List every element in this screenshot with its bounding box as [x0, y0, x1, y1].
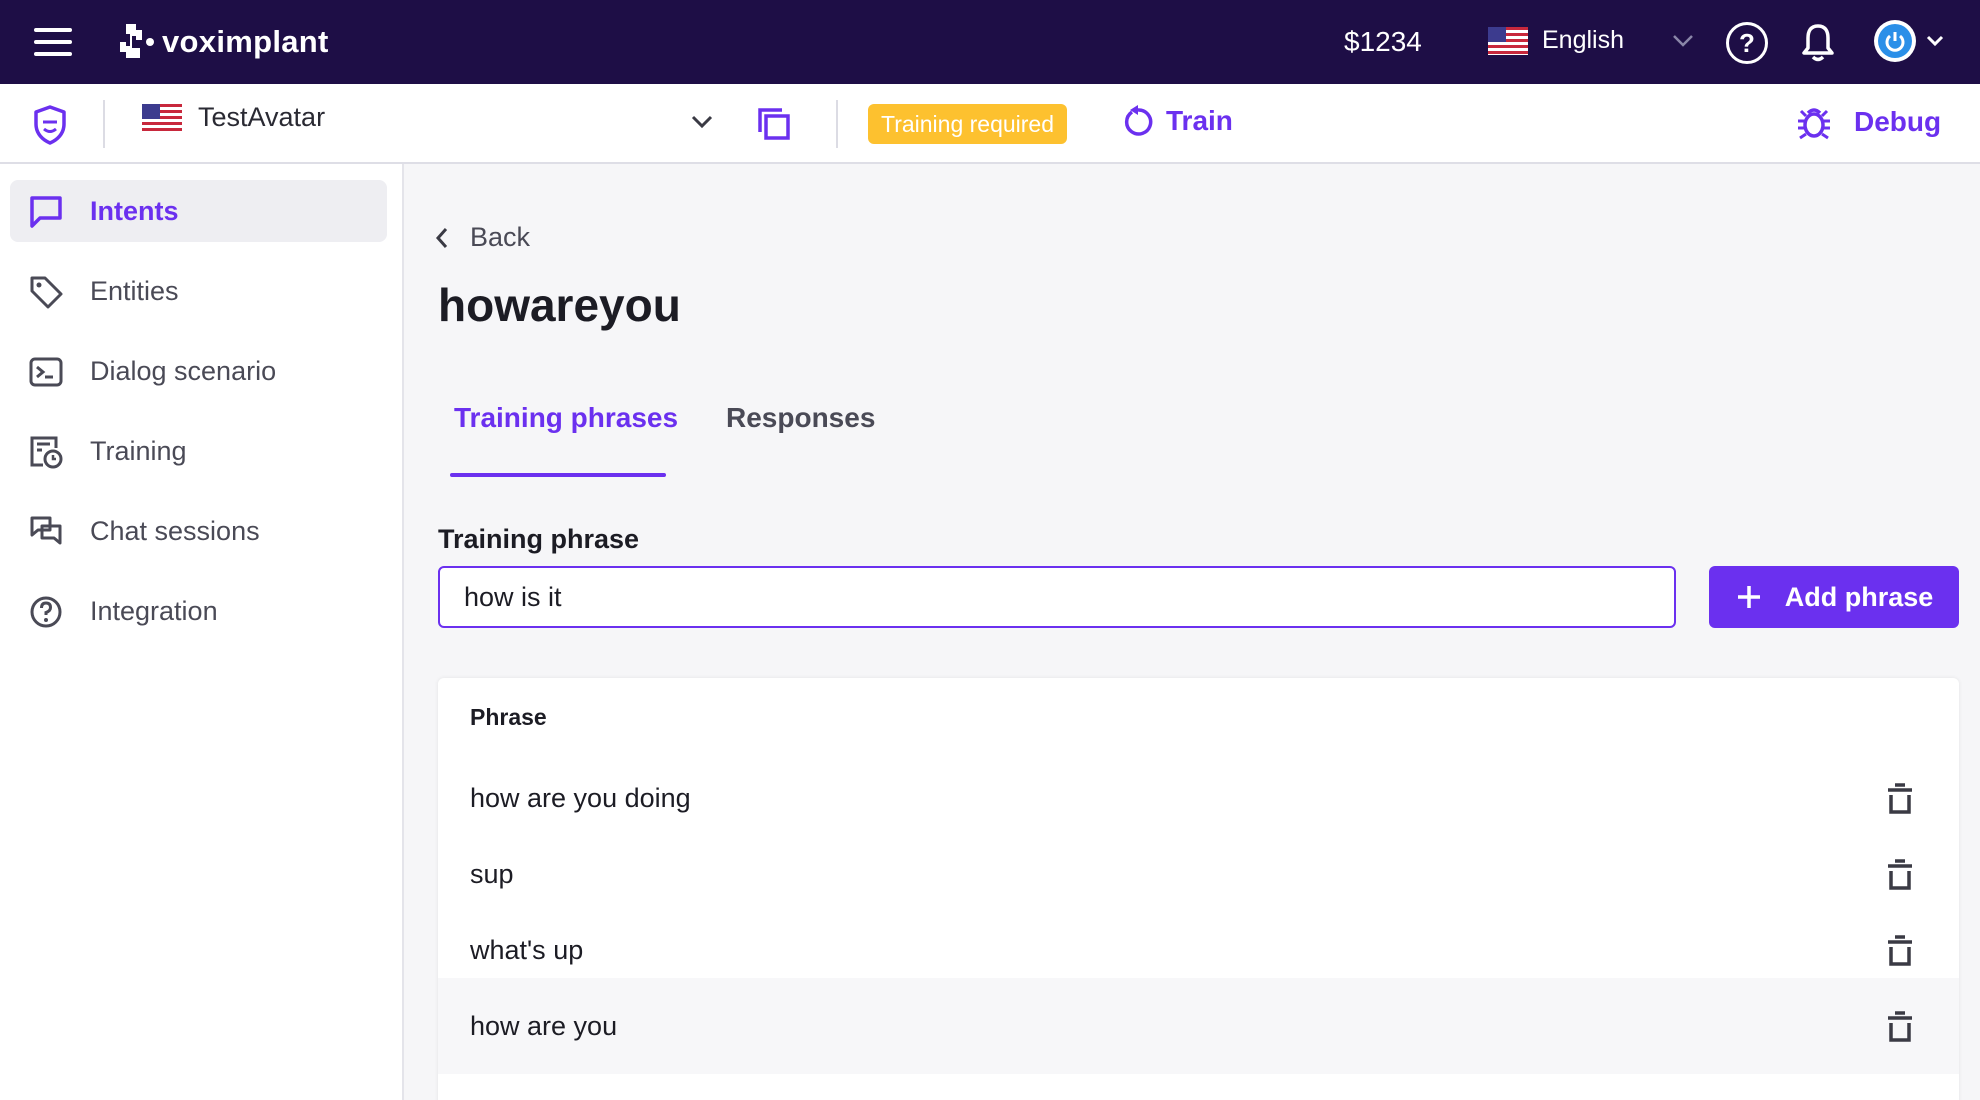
bell-icon[interactable]	[1800, 22, 1836, 62]
logo-text: voximplant	[162, 24, 329, 59]
avatar	[1874, 20, 1916, 62]
phrase-text: sup	[470, 858, 514, 889]
sidebar-item-label: Chat sessions	[90, 515, 260, 546]
user-menu[interactable]	[1874, 20, 1944, 62]
active-tab-indicator	[450, 473, 666, 477]
avatar-name: TestAvatar	[198, 102, 326, 132]
avatar-toolbar: TestAvatar Training required Train Debug	[0, 84, 1980, 164]
sidebar-item-label: Training	[90, 435, 187, 466]
back-label: Back	[470, 222, 531, 252]
trash-icon[interactable]	[1886, 857, 1914, 891]
tab-responses[interactable]: Responses	[726, 402, 875, 434]
chevron-left-icon	[435, 227, 448, 248]
terminal-icon	[29, 357, 63, 387]
debug-label: Debug	[1854, 106, 1942, 137]
chat-icon	[30, 196, 62, 228]
sidebar-item-label: Entities	[90, 275, 179, 306]
bug-icon	[1798, 108, 1830, 140]
divider	[836, 100, 838, 148]
add-phrase-button[interactable]: Add phrase	[1709, 566, 1959, 628]
page-title: howareyou	[438, 279, 681, 331]
chevron-down-icon	[1926, 35, 1944, 47]
status-badge: Training required	[868, 104, 1068, 144]
tab-training-phrases[interactable]: Training phrases	[454, 402, 678, 434]
help-icon[interactable]: ?	[1726, 22, 1768, 64]
account-balance[interactable]: $1234	[1344, 26, 1422, 58]
us-flag-icon	[1488, 26, 1528, 55]
sidebar-item-label: Intents	[90, 195, 179, 226]
table-row[interactable]: how are you	[438, 978, 1959, 1074]
sidebar-item-entities[interactable]: Entities	[10, 260, 387, 322]
chat-sessions-icon	[30, 516, 62, 545]
hamburger-menu-icon[interactable]	[34, 28, 72, 56]
training-icon	[30, 436, 63, 469]
refresh-icon	[1124, 105, 1153, 136]
add-phrase-label: Add phrase	[1784, 581, 1934, 612]
phrase-text: what's up	[470, 934, 584, 965]
trash-icon[interactable]	[1886, 781, 1914, 815]
sidebar-item-training[interactable]: Training	[10, 420, 387, 482]
training-phrase-input[interactable]	[438, 566, 1676, 628]
divider	[103, 100, 105, 148]
sidebar-item-label: Dialog scenario	[90, 355, 277, 386]
train-label: Train	[1166, 105, 1233, 136]
sidebar-item-dialog-scenario[interactable]: Dialog scenario	[10, 340, 387, 402]
train-button[interactable]: Train	[1122, 104, 1233, 138]
logo[interactable]: voximplant	[112, 20, 329, 64]
us-flag-icon	[142, 103, 182, 132]
training-phrase-label: Training phrase	[438, 524, 640, 554]
plus-icon	[1737, 586, 1760, 608]
trash-icon[interactable]	[1886, 1009, 1914, 1043]
sidebar-item-chat-sessions[interactable]: Chat sessions	[10, 500, 387, 562]
top-bar: voximplant $1234 English ?	[0, 0, 1980, 84]
chevron-down-icon[interactable]	[690, 114, 714, 130]
phrases-table: Phrase how are you doing sup what's up h…	[438, 678, 1959, 1100]
copy-icon[interactable]	[756, 106, 792, 142]
avatar-selector[interactable]: TestAvatar	[142, 102, 325, 133]
phrase-text: how are you	[470, 1010, 618, 1041]
sidebar-item-label: Integration	[90, 595, 218, 626]
phrase-text: how are you doing	[470, 782, 691, 813]
shield-icon[interactable]	[32, 104, 68, 146]
tag-icon	[30, 276, 63, 309]
voximplant-logo-icon	[120, 24, 154, 58]
sidebar: Intents Entities Dialog scenario Trainin…	[0, 164, 404, 1100]
power-icon	[1885, 32, 1905, 52]
language-label: English	[1542, 26, 1624, 54]
sidebar-item-intents[interactable]: Intents	[10, 180, 387, 242]
chevron-down-icon	[1673, 34, 1693, 47]
help-circle-icon	[30, 596, 62, 628]
trash-icon[interactable]	[1886, 933, 1914, 967]
table-header-phrase: Phrase	[470, 704, 547, 730]
debug-button[interactable]: Debug	[1796, 104, 1941, 140]
language-selector[interactable]: English	[1488, 26, 1694, 55]
back-link[interactable]: Back	[434, 222, 530, 253]
sidebar-item-integration[interactable]: Integration	[10, 580, 387, 642]
